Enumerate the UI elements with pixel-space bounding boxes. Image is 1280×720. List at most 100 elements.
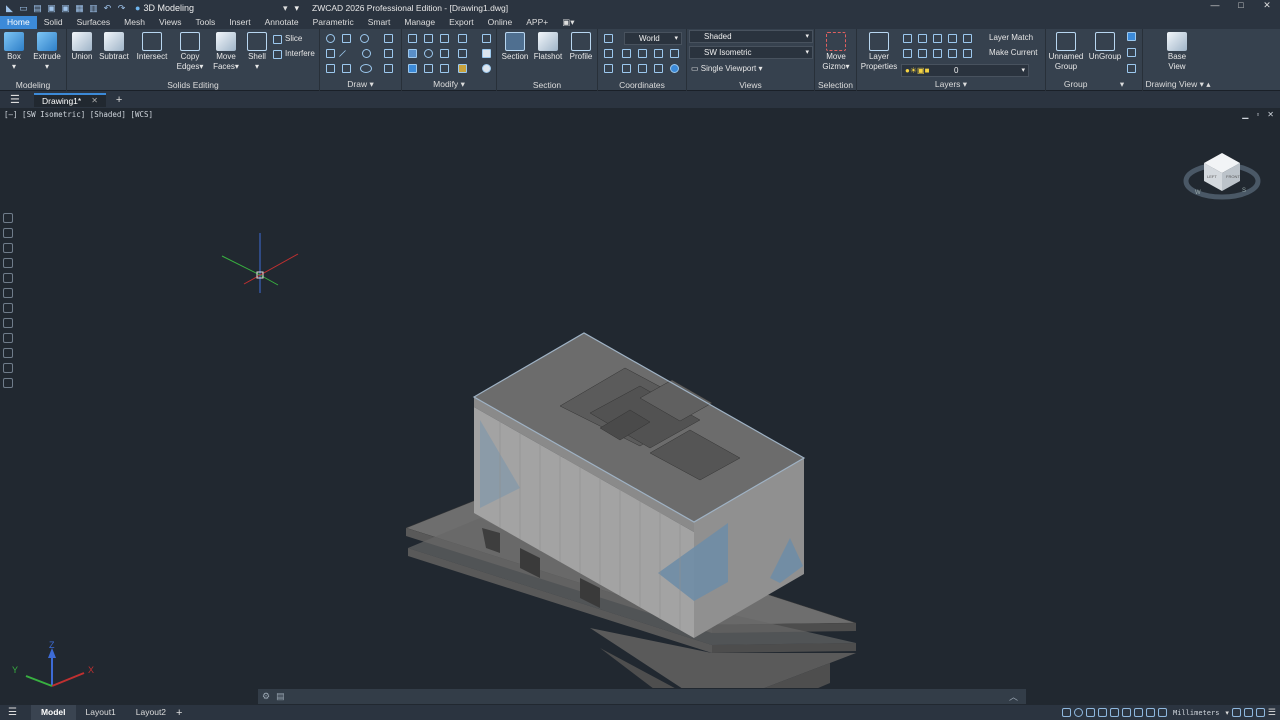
tab-model[interactable]: Model [30, 705, 76, 720]
layer-isolate-icon[interactable] [918, 34, 927, 43]
flatshot-button[interactable]: Flatshot [532, 29, 564, 62]
ucs-3point-icon[interactable] [604, 64, 613, 73]
mirror-icon[interactable] [440, 49, 449, 58]
panel-toggle-icon[interactable]: ▣▾ [555, 16, 581, 29]
ucs-origin-icon[interactable] [604, 49, 613, 58]
view-cube[interactable]: LEFT FRONT W S [1183, 153, 1261, 200]
chevron-down-icon[interactable]: ▾ [369, 79, 373, 89]
tab-annotate[interactable]: Annotate [258, 16, 306, 29]
hardware-acceleration-icon[interactable] [1243, 708, 1253, 717]
group-manager-icon[interactable] [1127, 64, 1136, 73]
layer-thaw-icon[interactable] [933, 49, 942, 58]
make-current-button[interactable]: Make Current [989, 48, 1037, 57]
tab-surfaces[interactable]: Surfaces [70, 16, 118, 29]
copy-edges-button[interactable]: Copy Edges▾ [173, 29, 207, 71]
tab-drawing1[interactable]: Drawing1* ✕ [34, 92, 106, 107]
building-model[interactable] [405, 332, 857, 688]
ucs-previous-icon[interactable] [654, 64, 663, 73]
array-icon[interactable] [408, 49, 417, 58]
polygon-icon[interactable] [326, 64, 335, 73]
properties-icon[interactable] [3, 213, 13, 223]
tab-smart[interactable]: Smart [361, 16, 398, 29]
units-label[interactable]: Millimeters [1173, 709, 1219, 717]
polar-icon[interactable] [1074, 708, 1084, 717]
layer-freeze-icon[interactable] [933, 34, 942, 43]
ucs-face-icon[interactable] [622, 64, 631, 73]
section-button[interactable]: Section [499, 29, 531, 62]
osnap-icon[interactable] [1086, 708, 1096, 717]
tab-mesh[interactable]: Mesh [117, 16, 152, 29]
trim-icon[interactable] [458, 34, 467, 43]
customize-status-icon[interactable]: ☰ [1268, 707, 1276, 718]
group-edit-icon[interactable] [1127, 32, 1136, 41]
gear-icon[interactable]: ⚙ [262, 691, 270, 702]
interfere-icon[interactable] [273, 50, 282, 59]
app-logo-icon[interactable]: ◣ [4, 3, 15, 14]
slice-button[interactable]: Slice [285, 34, 302, 43]
open-icon[interactable]: ▤ [32, 3, 43, 14]
slice-icon[interactable] [273, 35, 282, 44]
command-line[interactable]: ⚙ ▤ ︿ [258, 689, 1026, 704]
layer-unisolate-icon[interactable] [918, 49, 927, 58]
clean-screen-icon[interactable] [1255, 708, 1265, 717]
explode-icon[interactable] [440, 64, 449, 73]
region-icon[interactable] [384, 64, 393, 73]
viewport-config-button[interactable]: ▭ Single Viewport ▾ [691, 64, 762, 73]
intersect-button[interactable]: Intersect [133, 29, 171, 62]
print-icon[interactable]: ▦ [74, 3, 85, 14]
layer-dropdown[interactable]: ●☀▣■ 0 ▾ [901, 64, 1029, 77]
spline-icon[interactable] [326, 49, 335, 58]
layer-on-icon[interactable] [903, 49, 912, 58]
more-icon[interactable]: ▴ [1206, 79, 1210, 89]
move-faces-button[interactable]: Move Faces▾ [209, 29, 243, 71]
tab-manage[interactable]: Manage [397, 16, 442, 29]
add-tab-icon[interactable]: + [116, 94, 122, 106]
stretch-icon[interactable] [408, 64, 417, 73]
move-gizmo-button[interactable]: Move Gizmo▾ [817, 29, 855, 71]
tab-views[interactable]: Views [152, 16, 189, 29]
chevron-down-icon[interactable]: ▾ [1225, 709, 1229, 717]
tab-parametric[interactable]: Parametric [306, 16, 361, 29]
ucs-y-icon[interactable] [638, 49, 647, 58]
copy-icon[interactable] [440, 34, 449, 43]
profile-button[interactable]: Profile [565, 29, 597, 62]
box-button[interactable]: Box ▾ [2, 29, 26, 71]
plot-icon[interactable]: ▥ [88, 3, 99, 14]
base-view-button[interactable]: Base View [1157, 29, 1197, 71]
ucs-x-icon[interactable] [622, 49, 631, 58]
extrude-button[interactable]: Extrude ▾ [30, 29, 64, 71]
transparency-icon[interactable] [1122, 708, 1132, 717]
view-cube-left-face[interactable]: LEFT [1207, 174, 1217, 179]
break-icon[interactable] [482, 64, 491, 73]
dimension-icon[interactable] [3, 258, 13, 268]
erase-icon[interactable] [482, 49, 491, 58]
minimize-button[interactable]: — [1202, 0, 1228, 11]
layers-icon[interactable] [3, 243, 13, 253]
tab-home[interactable]: Home [0, 16, 37, 29]
offset-icon[interactable] [424, 64, 433, 73]
move-icon[interactable] [424, 34, 433, 43]
arc-icon[interactable] [326, 34, 335, 43]
chevron-down-icon[interactable]: ▾ [1200, 79, 1204, 89]
view-cube-front-face[interactable]: FRONT [1226, 174, 1240, 179]
subtract-button[interactable]: Subtract [97, 29, 131, 62]
undo-icon[interactable]: ↶ [102, 3, 113, 14]
selection-cycling-icon[interactable] [1134, 708, 1144, 717]
layer-properties-button[interactable]: Layer Properties [859, 29, 899, 71]
table-icon[interactable] [3, 303, 13, 313]
hatch-icon[interactable] [384, 34, 393, 43]
tool-palette-icon[interactable] [3, 333, 13, 343]
lineweight-icon[interactable] [1110, 708, 1120, 717]
close-icon[interactable]: ✕ [91, 95, 98, 107]
view-dropdown[interactable]: SW Isometric ▾ [689, 46, 813, 59]
tab-tools[interactable]: Tools [188, 16, 222, 29]
fillet-icon[interactable] [482, 34, 491, 43]
save-as-icon[interactable]: ▣ [60, 3, 71, 14]
tab-export[interactable]: Export [442, 16, 481, 29]
ellipse-icon[interactable] [360, 64, 372, 73]
layer-unlock-icon[interactable] [948, 49, 957, 58]
polyline-icon[interactable] [342, 34, 351, 43]
command-history-icon[interactable]: ▤ [276, 691, 285, 702]
chevron-down-icon[interactable]: ▾ [963, 79, 967, 89]
ucs-object-icon[interactable] [638, 64, 647, 73]
